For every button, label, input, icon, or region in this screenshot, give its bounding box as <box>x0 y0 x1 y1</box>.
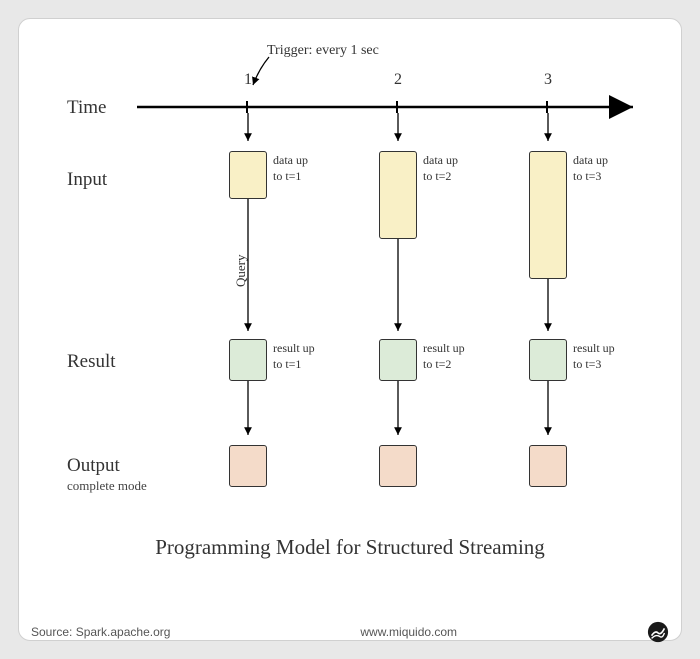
row-label-input: Input <box>67 169 107 191</box>
tick-3: 3 <box>538 71 558 89</box>
arrow-time-input-3 <box>542 113 554 149</box>
footer-site: www.miquido.com <box>360 625 457 639</box>
tick-1: 1 <box>238 71 258 89</box>
result-caption-1: result up to t=1 <box>273 341 333 372</box>
row-label-output: Output <box>67 455 120 477</box>
result-box-1 <box>229 339 267 381</box>
input-box-2 <box>379 151 417 239</box>
row-label-output-sub: complete mode <box>67 478 147 494</box>
row-label-time: Time <box>67 97 106 119</box>
output-box-1 <box>229 445 267 487</box>
output-box-2 <box>379 445 417 487</box>
arrow-result-output-2 <box>392 381 404 443</box>
arrow-result-output-3 <box>542 381 554 443</box>
input-box-3 <box>529 151 567 279</box>
brand-logo-icon <box>647 621 669 643</box>
trigger-annotation: Trigger: every 1 sec <box>267 43 379 59</box>
arrow-input-result-2 <box>392 239 404 339</box>
diagram-caption: Programming Model for Structured Streami… <box>37 535 663 560</box>
footer-source: Source: Spark.apache.org <box>31 625 170 639</box>
row-label-result: Result <box>67 351 116 373</box>
input-box-1 <box>229 151 267 199</box>
diagram-canvas: Trigger: every 1 sec 1 2 3 Time <box>37 39 663 599</box>
input-caption-1: data up to t=1 <box>273 153 333 184</box>
arrow-time-input-2 <box>392 113 404 149</box>
tick-2: 2 <box>388 71 408 89</box>
arrow-result-output-1 <box>242 381 254 443</box>
output-box-3 <box>529 445 567 487</box>
diagram-frame: Trigger: every 1 sec 1 2 3 Time <box>18 18 682 641</box>
result-box-2 <box>379 339 417 381</box>
arrow-input-result-3 <box>542 279 554 339</box>
input-caption-2: data up to t=2 <box>423 153 483 184</box>
result-box-3 <box>529 339 567 381</box>
input-caption-3: data up to t=3 <box>573 153 633 184</box>
query-label: Query <box>233 255 249 288</box>
result-caption-2: result up to t=2 <box>423 341 483 372</box>
diagram-footer: Source: Spark.apache.org www.miquido.com <box>19 621 681 643</box>
result-caption-3: result up to t=3 <box>573 341 633 372</box>
arrow-time-input-1 <box>242 113 254 149</box>
